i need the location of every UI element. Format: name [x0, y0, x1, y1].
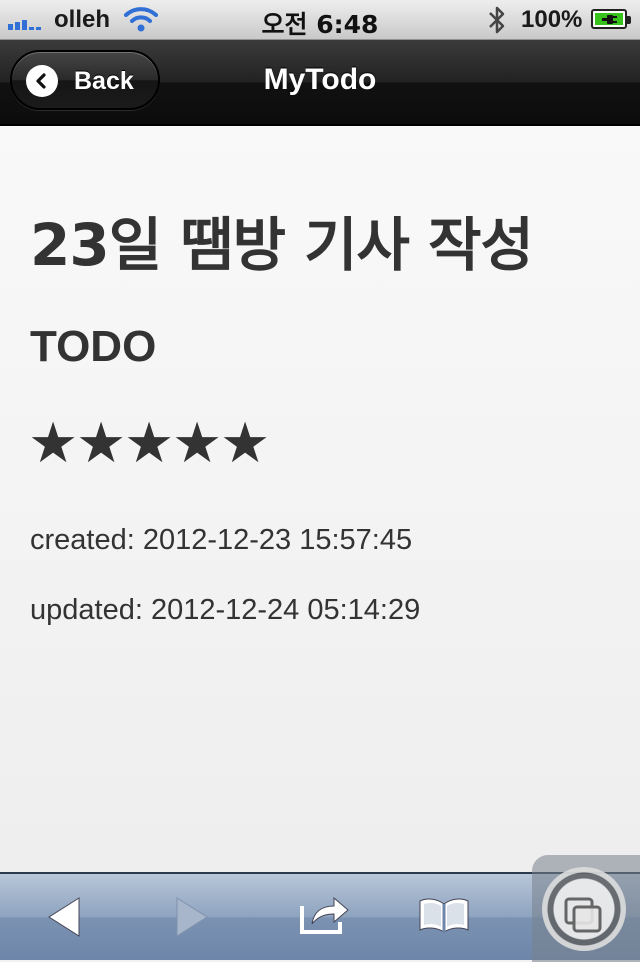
star-icon: ★	[28, 411, 79, 476]
bluetooth-icon	[486, 4, 508, 41]
browser-toolbar	[0, 855, 640, 962]
status-bar: olleh 오전 6:48 100%	[0, 0, 640, 40]
star-icon: ★	[76, 411, 127, 476]
page-title: MyTodo	[263, 63, 377, 96]
star-icon: ★	[124, 411, 175, 476]
todo-detail: 23일 땜방 기사 작성 TODO ★ ★ ★ ★ ★ created: 201…	[0, 126, 640, 872]
star-icon: ★	[220, 411, 271, 476]
forward-arrow-icon[interactable]	[174, 894, 210, 945]
todo-status: TODO	[30, 322, 157, 371]
bookmarks-icon[interactable]	[418, 896, 470, 939]
star-icon: ★	[172, 411, 223, 476]
updated-timestamp: updated: 2012-12-24 05:14:29	[30, 594, 421, 626]
todo-title: 23일 땜방 기사 작성	[30, 211, 534, 279]
share-icon[interactable]	[300, 892, 350, 939]
star-rating: ★ ★ ★ ★ ★	[28, 411, 271, 476]
created-timestamp: created: 2012-12-23 15:57:45	[30, 524, 413, 556]
navigation-bar: Back MyTodo	[0, 40, 640, 126]
assistive-touch-button[interactable]	[532, 855, 640, 962]
battery-charging-icon	[591, 9, 631, 29]
pages-icon	[542, 867, 626, 951]
battery-percent: 100%	[521, 6, 583, 33]
back-arrow-icon[interactable]	[46, 894, 82, 945]
